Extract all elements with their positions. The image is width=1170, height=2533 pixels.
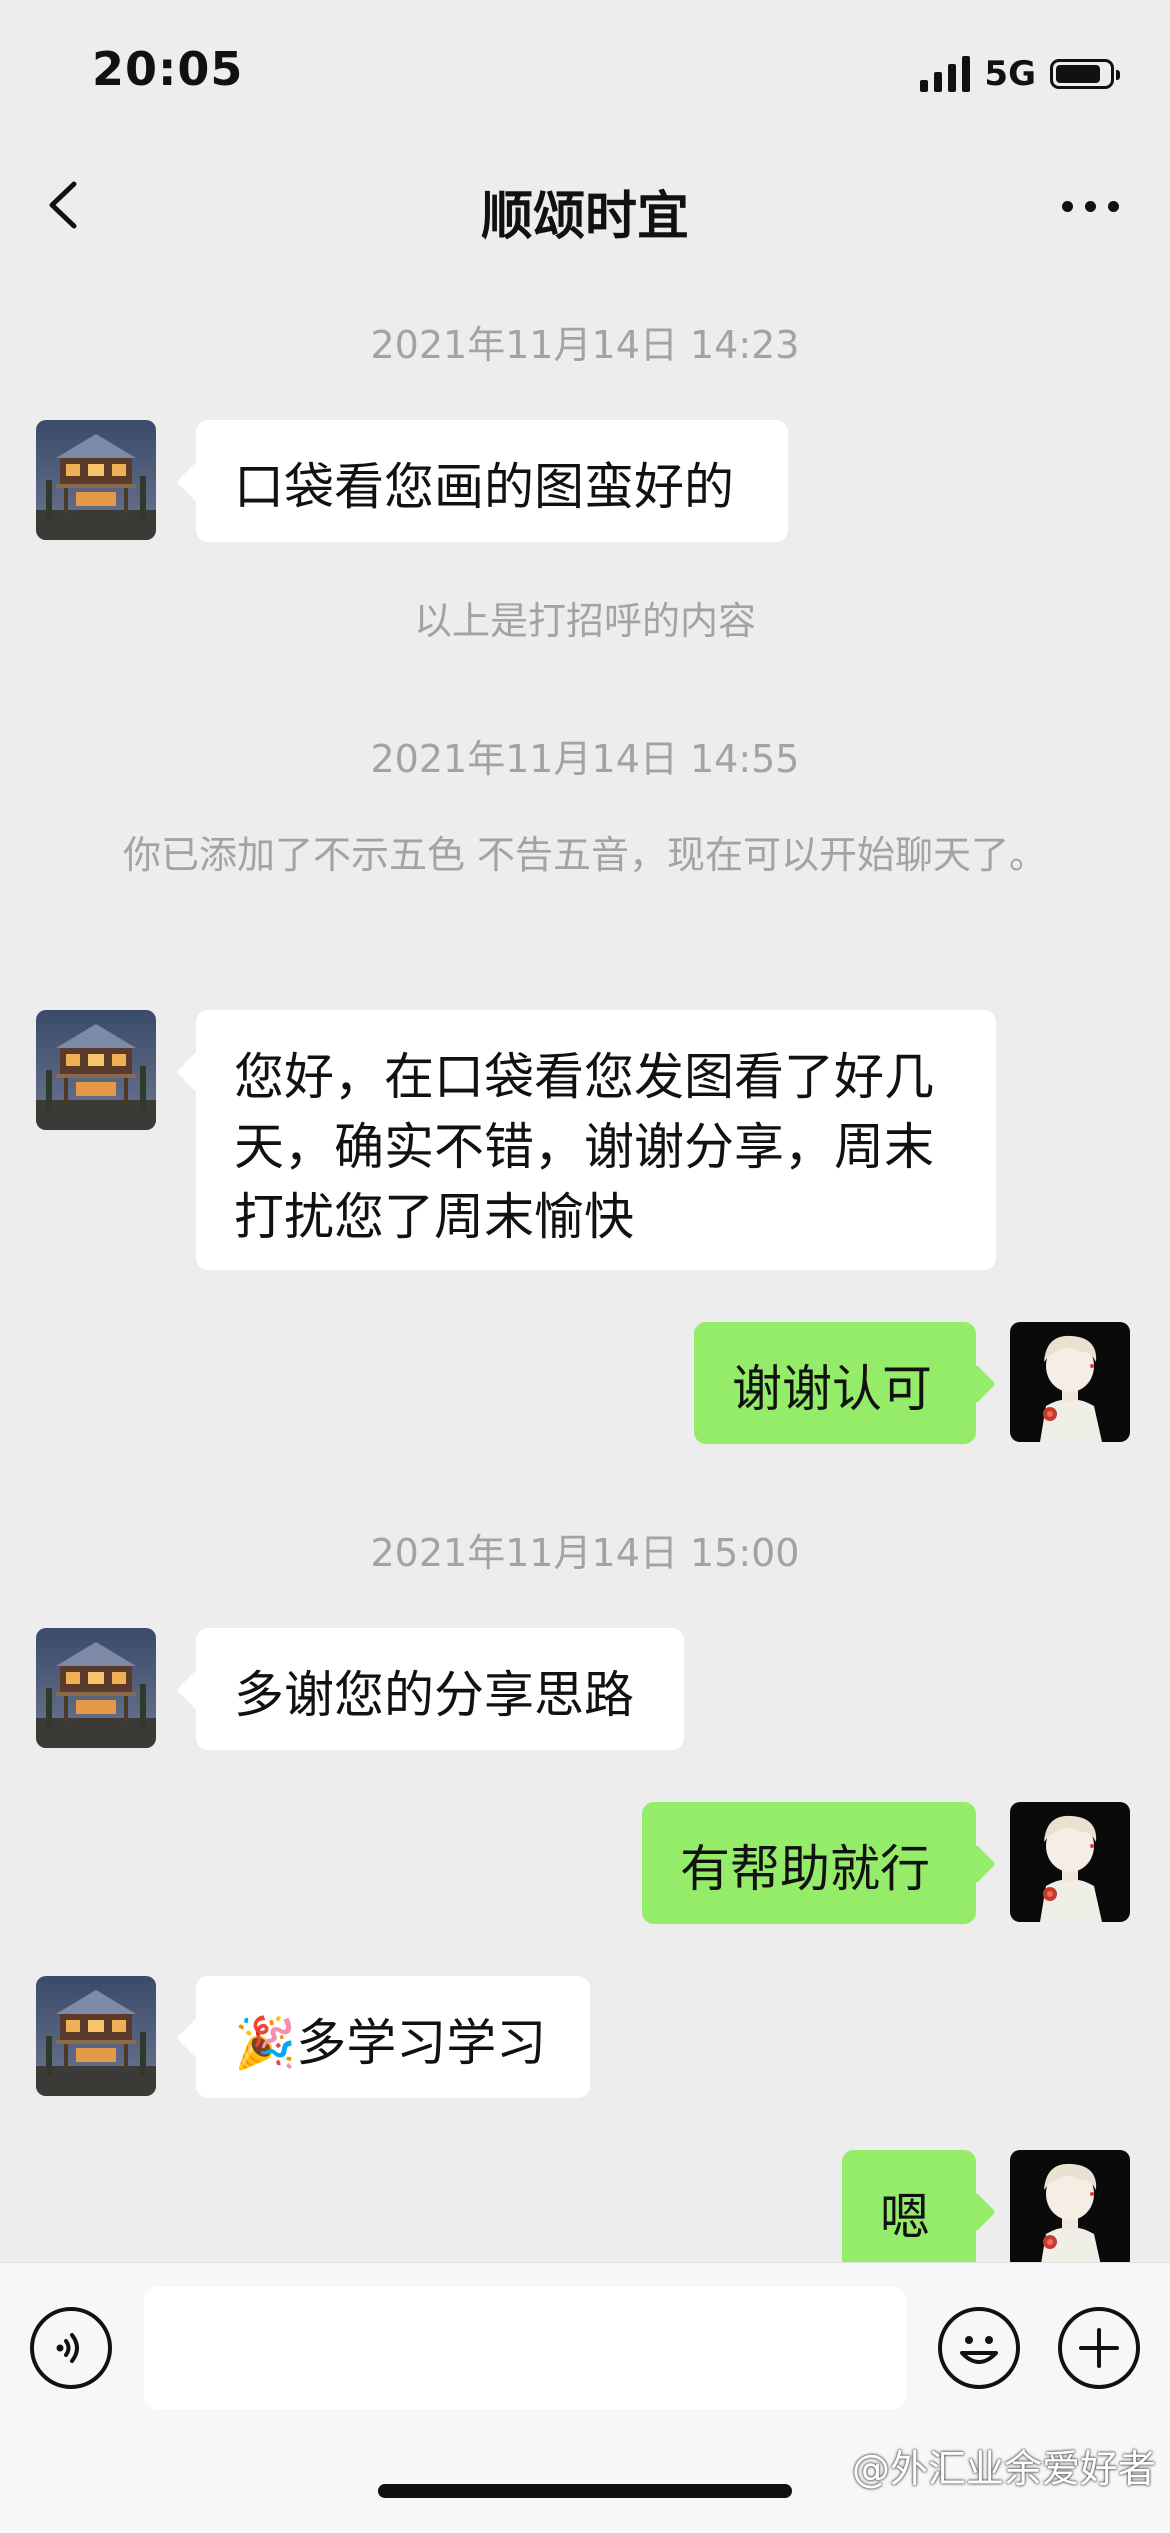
my-avatar[interactable] xyxy=(1010,1322,1130,1442)
battery-fill xyxy=(1056,65,1100,83)
incoming-message[interactable]: 🎉多学习学习 xyxy=(196,1976,590,2098)
watermark: @外汇业余爱好者 xyxy=(851,2447,1156,2491)
message-text: 多谢您的分享思路 xyxy=(234,1666,634,1724)
voice-icon xyxy=(56,2333,79,2363)
message-text: 谢谢认可 xyxy=(732,1360,932,1418)
my-avatar[interactable] xyxy=(1010,2150,1130,2270)
home-indicator[interactable] xyxy=(378,2484,792,2498)
contact-avatar[interactable] xyxy=(36,420,156,540)
outgoing-message[interactable]: 有帮助就行 xyxy=(642,1802,976,1924)
message-text: 口袋看您画的图蛮好的 xyxy=(234,458,734,516)
voice-button[interactable] xyxy=(30,2307,112,2389)
battery-icon xyxy=(1050,59,1120,89)
outgoing-message[interactable]: 谢谢认可 xyxy=(694,1322,976,1444)
status-indicators: 5G xyxy=(920,52,1120,96)
contact-avatar[interactable] xyxy=(36,1010,156,1130)
contact-avatar[interactable] xyxy=(36,1976,156,2096)
more-functions-button[interactable] xyxy=(1058,2307,1140,2389)
chat-title: 顺颂时宜 xyxy=(480,187,689,247)
message-text: 多学习学习 xyxy=(296,2014,547,2072)
status-time: 20:05 xyxy=(92,42,244,96)
message-text: 您好，在口袋看您发图看了好几天，确实不错，谢谢分享，周末打扰您了周末愉快 xyxy=(234,1048,934,1246)
status-bar: 20:05 5G xyxy=(0,0,1170,140)
system-notice: 以上是打招呼的内容 xyxy=(413,599,756,643)
message-text: 嗯 xyxy=(880,2188,930,2246)
message-text: 有帮助就行 xyxy=(680,1840,930,1898)
message-input[interactable] xyxy=(144,2287,906,2409)
emoji-button[interactable] xyxy=(938,2307,1020,2389)
incoming-message[interactable]: 您好，在口袋看您发图看了好几天，确实不错，谢谢分享，周末打扰您了周末愉快 xyxy=(196,1010,996,1270)
outgoing-message[interactable]: 嗯 xyxy=(842,2150,976,2272)
more-dots-icon xyxy=(1061,200,1073,212)
timestamp: 2021年11月14日 14:23 xyxy=(370,323,800,367)
more-options-button[interactable] xyxy=(1050,176,1130,236)
chat-header: 顺颂时宜 xyxy=(0,140,1170,270)
plus-icon xyxy=(1079,2328,1119,2368)
emoji-icon xyxy=(960,2336,998,2364)
party-popper-icon: 🎉 xyxy=(234,2014,297,2072)
network-type: 5G xyxy=(984,54,1036,94)
timestamp: 2021年11月14日 15:00 xyxy=(370,1531,800,1575)
incoming-message[interactable]: 口袋看您画的图蛮好的 xyxy=(196,420,788,542)
my-avatar[interactable] xyxy=(1010,1802,1130,1922)
timestamp: 2021年11月14日 14:55 xyxy=(370,737,800,781)
incoming-message[interactable]: 多谢您的分享思路 xyxy=(196,1628,684,1750)
contact-avatar[interactable] xyxy=(36,1628,156,1748)
system-notice: 你已添加了不示五色 不告五音，现在可以开始聊天了。 xyxy=(122,833,1048,877)
signal-icon xyxy=(920,56,971,92)
